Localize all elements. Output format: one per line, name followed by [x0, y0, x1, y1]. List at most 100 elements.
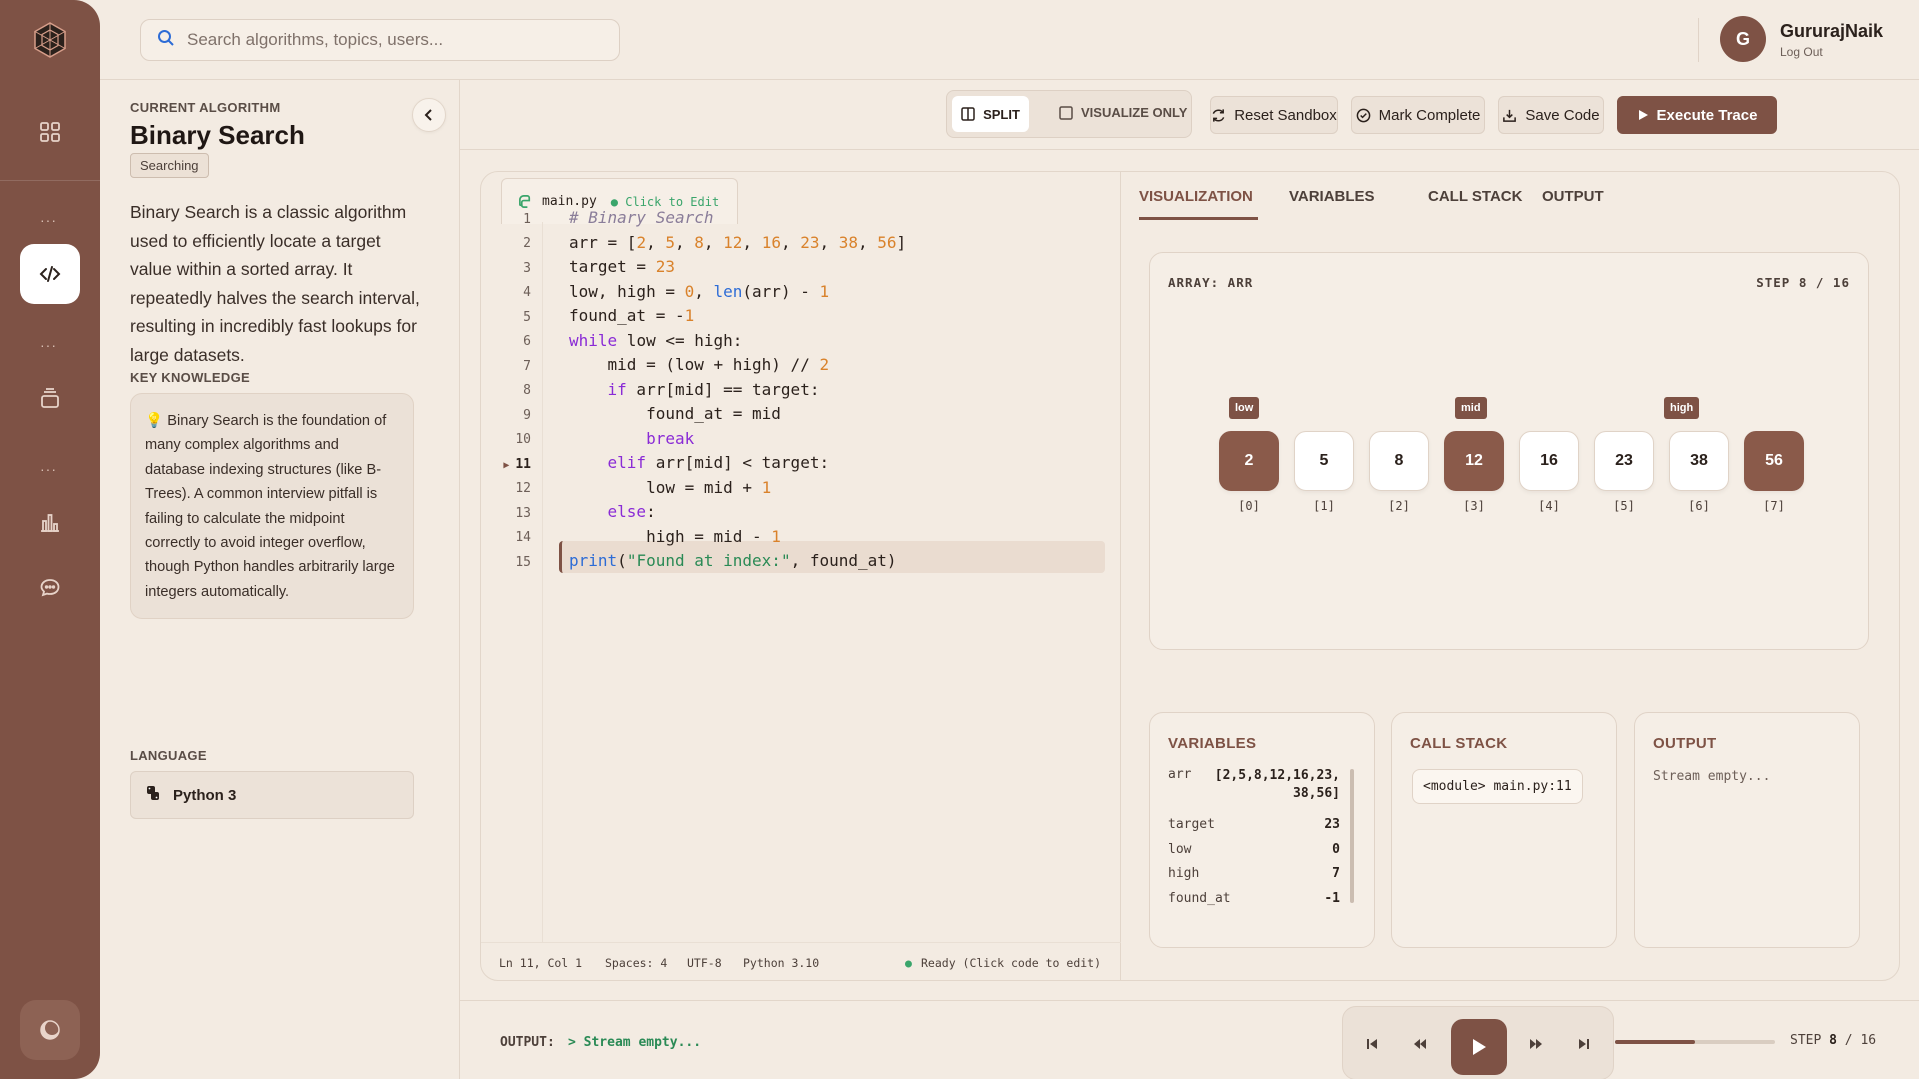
search-input[interactable] [187, 30, 587, 50]
variables-scrollbar[interactable] [1350, 769, 1354, 903]
output-label: OUTPUT: [500, 1035, 555, 1050]
dashboard-grid-icon[interactable] [30, 112, 70, 152]
line-number: 14 [515, 530, 531, 545]
code-line: low, high = 0, len(arr) - 1 [569, 282, 830, 301]
output-text: Stream empty... [1653, 769, 1771, 784]
visualize-only-button[interactable]: VISUALIZE ONLY [1059, 105, 1187, 120]
rail-divider [0, 180, 100, 181]
ready-status: Ready (Click code to edit) [921, 956, 1102, 970]
step-back-icon[interactable] [1409, 1033, 1431, 1055]
algorithm-info-panel: CURRENT ALGORITHM Binary Search Searchin… [100, 80, 460, 1079]
rail-dots: ··· [40, 461, 57, 477]
code-line: else: [607, 502, 656, 521]
array-visualization: ARRAY: ARR STEP 8 / 16 low mid high 2 5 … [1149, 252, 1869, 650]
line-number: 6 [523, 334, 531, 349]
code-editor[interactable]: main.py ● Click to Edit 1 2 3 4 5 6 7 8 … [481, 172, 1121, 980]
step-current: 8 [1829, 1033, 1837, 1048]
variable-row: arr [2,5,8,12,16,23, 38,56] [1168, 767, 1340, 803]
algorithm-title: Binary Search [130, 120, 305, 150]
execute-trace-button[interactable]: Execute Trace [1617, 96, 1777, 134]
code-line: break [646, 429, 695, 448]
line-number: 13 [515, 506, 531, 521]
split-view-button[interactable]: SPLIT [952, 96, 1029, 132]
python-icon [145, 785, 161, 805]
language-version: Python 3.10 [743, 956, 820, 970]
tab-visualization[interactable]: VISUALIZATION [1139, 188, 1253, 205]
search-icon [157, 29, 175, 52]
skip-to-start-icon[interactable] [1361, 1033, 1383, 1055]
output-panel: OUTPUT Stream empty... [1634, 712, 1860, 948]
current-algorithm-label: CURRENT ALGORITHM [130, 100, 281, 115]
split-icon [961, 107, 975, 121]
array-index: [0] [1238, 499, 1260, 513]
tab-call-stack[interactable]: CALL STACK [1428, 188, 1522, 205]
workspace-card: main.py ● Click to Edit 1 2 3 4 5 6 7 8 … [480, 171, 1900, 981]
algorithm-description: Binary Search is a classic algorithm use… [130, 202, 420, 365]
code-line: high = mid - 1 [569, 527, 781, 546]
code-line: while low <= high: [569, 331, 743, 350]
array-index: [4] [1538, 499, 1560, 513]
app-logo-icon[interactable] [30, 20, 70, 60]
theme-toggle-icon[interactable] [20, 1000, 80, 1060]
stack-frame[interactable]: <module> main.py:11 [1412, 769, 1583, 804]
code-line: if arr[mid] == target: [607, 380, 820, 399]
array-index: [5] [1613, 499, 1635, 513]
line-number: 1 [523, 212, 531, 227]
collapse-panel-button[interactable] [412, 98, 446, 132]
layers-icon[interactable] [30, 378, 70, 418]
tab-variables[interactable]: VARIABLES [1289, 188, 1375, 205]
array-cell: 38 [1669, 431, 1729, 491]
tab-output[interactable]: OUTPUT [1542, 188, 1604, 205]
variables-panel: VARIABLES arr [2,5,8,12,16,23, 38,56] tar… [1149, 712, 1375, 948]
line-number: 3 [523, 261, 531, 276]
array-index: [1] [1313, 499, 1335, 513]
step-total: / 16 [1844, 1033, 1877, 1048]
top-bar: G GururajNaik Log Out [100, 0, 1919, 80]
indent-setting: Spaces: 4 [605, 956, 668, 970]
current-line-marker-icon: ▶ [503, 460, 510, 471]
line-number: 15 [515, 555, 531, 570]
left-rail: ··· ··· ··· [0, 0, 100, 1079]
mark-complete-button[interactable]: Mark Complete [1351, 96, 1485, 134]
step-progress-bar[interactable] [1615, 1040, 1775, 1044]
step-forward-icon[interactable] [1525, 1033, 1547, 1055]
python-file-icon [519, 195, 531, 208]
step-prefix: STEP [1790, 1033, 1822, 1048]
line-number: 8 [523, 383, 531, 398]
variable-value: 7 [1332, 866, 1340, 881]
chat-icon[interactable] [30, 568, 70, 608]
array-cell: 23 [1594, 431, 1654, 491]
skip-to-end-icon[interactable] [1573, 1033, 1595, 1055]
filename: main.py [542, 194, 597, 209]
array-cell: 5 [1294, 431, 1354, 491]
line-number: 10 [515, 432, 531, 447]
array-step: STEP 8 / 16 [1756, 275, 1850, 290]
current-line-number: ▶ 11 [503, 457, 531, 472]
array-label: ARRAY: ARR [1168, 275, 1254, 290]
cursor-position: Ln 11, Col 1 [499, 956, 583, 970]
avatar[interactable]: G [1720, 16, 1766, 62]
array-cell: 2 [1219, 431, 1279, 491]
square-icon [1059, 105, 1073, 120]
variable-name: found_at [1168, 891, 1231, 906]
encoding: UTF-8 [687, 956, 722, 970]
bar-chart-icon[interactable] [30, 502, 70, 542]
code-line: elif arr[mid] < target: [607, 453, 830, 472]
search-box[interactable] [140, 19, 620, 61]
play-button[interactable] [1451, 1019, 1507, 1075]
call-stack-title: CALL STACK [1410, 735, 1508, 752]
code-sandbox-icon[interactable] [20, 244, 80, 304]
array-index: [3] [1463, 499, 1485, 513]
editor-status-bar: Ln 11, Col 1 Spaces: 4 UTF-8 Python 3.10… [481, 942, 1121, 980]
array-cell: 12 [1444, 431, 1504, 491]
language-select[interactable]: Python 3 [130, 771, 414, 819]
playback-controls [1342, 1006, 1614, 1079]
logout-link[interactable]: Log Out [1780, 45, 1823, 59]
reset-sandbox-button[interactable]: Reset Sandbox [1210, 96, 1338, 134]
code-line: mid = (low + high) // 2 [569, 355, 830, 374]
ready-dot-icon: ● [905, 956, 912, 970]
variable-name: arr [1168, 767, 1192, 782]
save-code-button[interactable]: Save Code [1498, 96, 1604, 134]
variable-name: low [1168, 842, 1192, 857]
variable-name: target [1168, 817, 1215, 832]
